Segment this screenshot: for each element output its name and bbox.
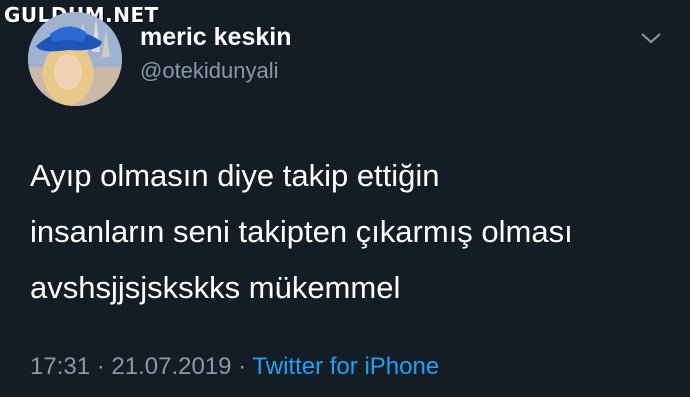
tweet-line: Ayıp olmasın diye takip ettiğin — [30, 158, 440, 193]
tweet-meta: 17:31 · 21.07.2019 · Twitter for iPhone — [30, 353, 439, 381]
tweet-source-link[interactable]: Twitter for iPhone — [252, 353, 439, 380]
tweet-date: 21.07.2019 — [111, 353, 232, 380]
tweet-card: GULDUM.NET meric keskin @otekidunyali Ay… — [0, 0, 690, 397]
user-handle[interactable]: @otekidunyali — [140, 58, 279, 84]
tweet-line: insanların seni takipten çıkarmış olması — [30, 214, 573, 249]
avatar-image — [28, 12, 122, 106]
meta-separator: · — [90, 353, 112, 380]
meta-separator: · — [231, 353, 253, 380]
tweet-text: Ayıp olmasın diye takip ettiğin insanlar… — [30, 148, 670, 316]
display-name[interactable]: meric keskin — [140, 23, 292, 52]
tweet-time: 17:31 — [30, 353, 91, 380]
chevron-down-icon[interactable] — [640, 30, 662, 46]
avatar[interactable] — [28, 12, 122, 106]
tweet-line: avshsjjsjskskks mükemmel — [30, 270, 401, 305]
